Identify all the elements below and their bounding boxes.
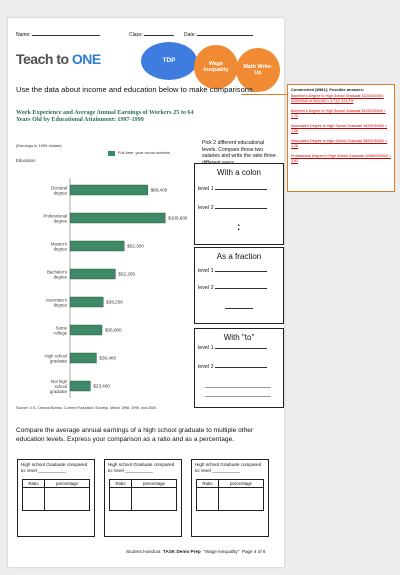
to-panel-title: With "to" xyxy=(223,333,255,342)
ratio-cell[interactable] xyxy=(195,487,220,511)
legend-swatch xyxy=(108,151,115,156)
percentage-header: percentage xyxy=(131,479,177,488)
category-label: degree xyxy=(54,247,68,252)
bar xyxy=(69,296,104,308)
ratio-header: Ratio xyxy=(21,479,46,488)
fraction-level-2[interactable]: level 2 xyxy=(198,285,268,291)
category-label: graduate xyxy=(50,359,68,364)
bar xyxy=(69,380,91,392)
chart-source: Source: U.S. Census Bureau, Current Popu… xyxy=(16,406,158,410)
percentage-cell[interactable] xyxy=(131,487,177,511)
percentage-cell[interactable] xyxy=(44,487,90,511)
percentage-header: percentage xyxy=(218,479,264,488)
value-label: $23,400 xyxy=(93,384,110,389)
fraction-panel: As a fraction level 1 level 2 xyxy=(194,247,284,324)
ratio-header: Ratio xyxy=(195,479,220,488)
to-panel: With "to" level 1 level 2 xyxy=(194,328,284,408)
colon-symbol: : xyxy=(237,222,241,233)
comment-entries: Bachelor's Degree to High School Graduat… xyxy=(291,94,391,164)
category-label: college xyxy=(53,331,67,336)
worksheet-page: Name: Class: Date: Teach to ONE TDP Wage… xyxy=(8,18,284,567)
value-label: $30,400 xyxy=(99,356,116,361)
to-level-1[interactable]: level 1 xyxy=(198,345,268,351)
earnings-bar-chart: Doctoraldegree$89,400Professionaldegree$… xyxy=(43,178,188,398)
fraction-level-1[interactable]: level 1 xyxy=(198,268,268,274)
answer-line xyxy=(205,396,271,397)
comment-entry: Professional Degree to High School Gradu… xyxy=(291,154,391,163)
comment-entry: Bachelor's Degree to High School Graduat… xyxy=(291,109,386,118)
compare-box-title: High school Graduate compared to: level … xyxy=(21,462,88,473)
bar xyxy=(69,240,125,252)
colon-level-1[interactable]: level 1 xyxy=(198,186,268,192)
compare-box-title: High school Graduate compared to: level … xyxy=(195,462,262,473)
comment-header: Commented [MM1]: Possible answers: xyxy=(291,87,365,92)
chart-subtitle: (Earnings in 1999 dollars) xyxy=(16,143,62,148)
value-label: $36,800 xyxy=(105,328,122,333)
compare-box-3: High school Graduate compared to: level … xyxy=(191,459,269,537)
chart-title: Work Experience and Average Annual Earni… xyxy=(16,110,194,123)
ratio-cell[interactable] xyxy=(21,487,46,511)
category-label: degree xyxy=(54,191,68,196)
instruction-text: Use the data about income and education … xyxy=(16,85,255,94)
comment-balloon[interactable]: Commented [MM1]: Possible answers: Bache… xyxy=(287,84,395,192)
answer-line xyxy=(205,387,271,388)
colon-panel: With a colon level 1 level 2 : xyxy=(194,163,284,245)
percentage-cell[interactable] xyxy=(218,487,264,511)
date-label: Date: xyxy=(184,32,196,38)
class-label: Class: xyxy=(129,32,143,38)
category-label: degree xyxy=(54,219,68,224)
comment-connector xyxy=(241,94,287,95)
category-label: graduate xyxy=(50,389,68,394)
comment-entry: Bachelor's Degree to High School Graduat… xyxy=(291,94,384,103)
ratio-header: Ratio xyxy=(108,479,133,488)
bar xyxy=(69,184,148,196)
y-axis-label: Education xyxy=(16,158,36,163)
category-label: degree xyxy=(54,303,68,308)
tdp-bubble: TDP xyxy=(141,42,197,80)
percentage-header: percentage xyxy=(44,479,90,488)
date-field[interactable]: Date: xyxy=(184,32,254,38)
wage-inequality-bubble: Wage Inequality xyxy=(194,45,238,89)
legend-label: Full-time, year-round workers xyxy=(118,150,171,155)
fraction-panel-title: As a fraction xyxy=(216,252,262,261)
name-label: Name: xyxy=(16,32,31,38)
ratio-percentage-table: Ratio percentage xyxy=(108,479,177,511)
class-field[interactable]: Class: xyxy=(129,32,175,38)
value-label: $109,600 xyxy=(168,216,188,221)
value-label: $52,200 xyxy=(118,272,135,277)
compare-instructions: Compare the average annual earnings of a… xyxy=(16,427,254,443)
to-level-2[interactable]: level 2 xyxy=(198,364,268,370)
comment-entry: Associate's Degree to High School Gradua… xyxy=(291,124,388,133)
ratio-percentage-table: Ratio percentage xyxy=(195,479,264,511)
bar xyxy=(69,268,116,280)
value-label: $38,200 xyxy=(106,300,123,305)
compare-box-2: High school Graduate compared to: level … xyxy=(104,459,182,537)
page-footer: Student Handout TASK Demo Prep "Wage Ine… xyxy=(126,549,266,554)
bar xyxy=(69,212,166,224)
value-label: $89,400 xyxy=(151,188,168,193)
ratio-percentage-table: Ratio percentage xyxy=(21,479,90,511)
ratio-cell[interactable] xyxy=(108,487,133,511)
value-label: $62,300 xyxy=(127,244,144,249)
teach-to-one-logo: Teach to ONE xyxy=(16,51,101,67)
colon-level-2[interactable]: level 2 xyxy=(198,205,268,211)
category-label: degree xyxy=(54,275,68,280)
compare-box-title: High school Graduate compared to: level … xyxy=(108,462,175,473)
name-field[interactable]: Name: xyxy=(16,32,101,38)
fraction-bar xyxy=(225,308,253,309)
bar xyxy=(69,324,103,336)
comment-entry: Associate's Degree to High School Gradua… xyxy=(291,139,388,148)
colon-panel-title: With a colon xyxy=(216,168,262,177)
compare-box-1: High school Graduate compared to: level … xyxy=(17,459,95,537)
bar xyxy=(69,352,97,364)
